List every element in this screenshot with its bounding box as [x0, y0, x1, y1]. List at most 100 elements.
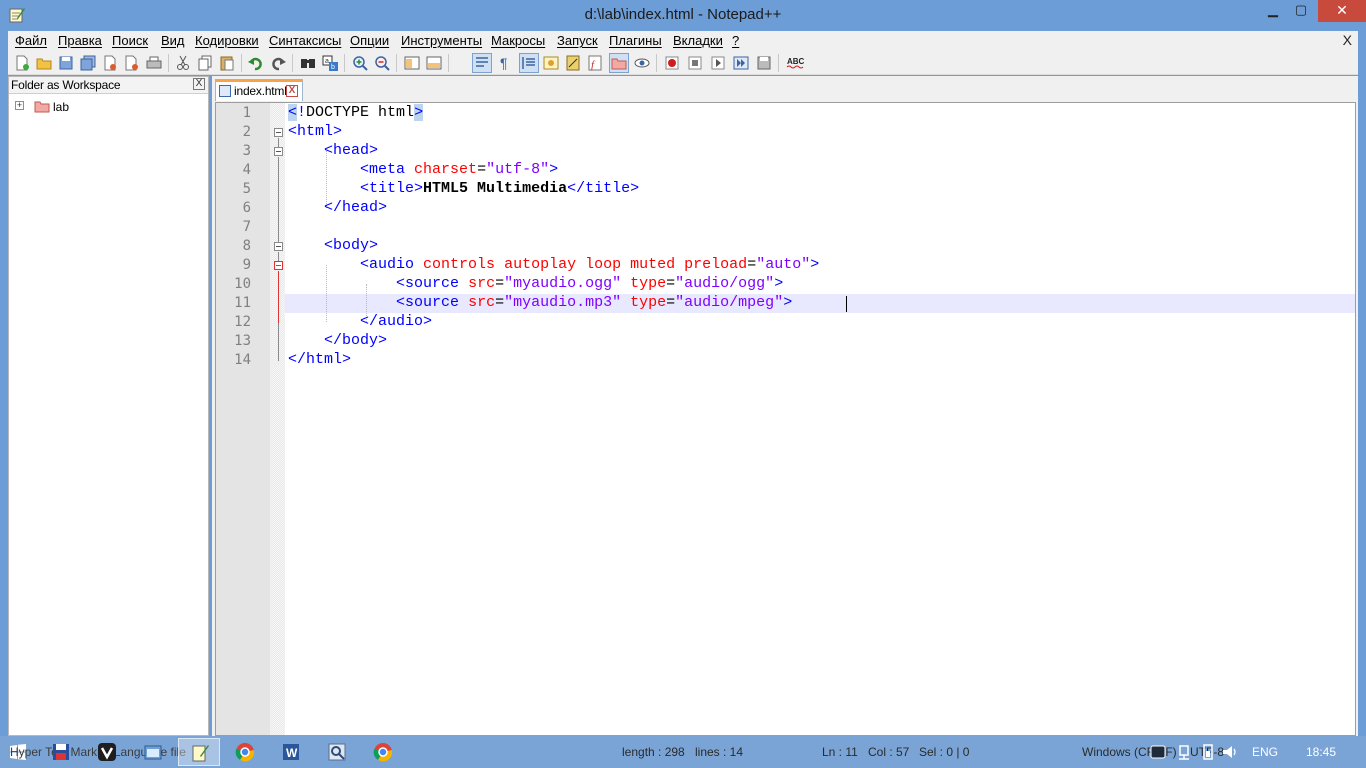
indent-guide-icon[interactable]: [519, 53, 539, 73]
tray-volume-icon[interactable]: [1218, 738, 1242, 766]
menu-file[interactable]: Файл: [15, 33, 47, 48]
fold-toggle-audio[interactable]: [274, 261, 283, 270]
svg-text:b: b: [331, 64, 335, 71]
tree-item-label: lab: [53, 100, 70, 114]
close-document-button[interactable]: X: [1343, 32, 1352, 48]
taskbar-word[interactable]: W: [270, 738, 312, 766]
copy-icon[interactable]: [196, 54, 214, 72]
run-macro-multiple-icon[interactable]: [732, 54, 750, 72]
taskbar-chrome[interactable]: [224, 738, 266, 766]
menu-search[interactable]: Поиск: [112, 33, 148, 48]
monitoring-icon[interactable]: [633, 54, 651, 72]
menu-help[interactable]: ?: [732, 33, 739, 48]
taskbar-save-app[interactable]: [40, 738, 82, 766]
function-list-icon[interactable]: f: [586, 54, 604, 72]
show-all-chars-icon[interactable]: ¶: [496, 54, 514, 72]
zoom-out-icon[interactable]: [373, 54, 391, 72]
save-icon[interactable]: [57, 54, 75, 72]
menu-edit[interactable]: Правка: [58, 33, 102, 48]
code-line: <source src="myaudio.ogg" type="audio/og…: [396, 275, 784, 292]
tray-clock[interactable]: 18:45: [1306, 745, 1336, 759]
find-icon[interactable]: [299, 54, 317, 72]
line-number: 11: [234, 295, 251, 311]
redo-icon[interactable]: [269, 54, 287, 72]
status-col: Col : 57: [868, 745, 910, 759]
svg-text:ABC: ABC: [787, 57, 805, 66]
status-length: length : 298: [622, 745, 685, 759]
line-number: 4: [242, 162, 251, 178]
paste-icon[interactable]: [218, 54, 236, 72]
tree-expand-icon[interactable]: +: [15, 101, 24, 110]
line-number: 12: [234, 314, 251, 330]
fold-toggle-body[interactable]: [274, 242, 283, 251]
svg-text:W: W: [286, 746, 298, 760]
cut-icon[interactable]: [174, 54, 192, 72]
menu-syntax[interactable]: Синтаксисы: [269, 33, 341, 48]
save-macro-icon[interactable]: [755, 54, 773, 72]
word-wrap-icon[interactable]: [472, 53, 492, 73]
tray-battery-icon[interactable]: [1196, 738, 1220, 766]
taskbar-search-app[interactable]: [316, 738, 358, 766]
tab-close-icon[interactable]: X: [286, 85, 298, 97]
udl-icon[interactable]: [542, 54, 560, 72]
status-line: Ln : 11: [822, 745, 858, 759]
line-number: 9: [242, 257, 251, 273]
save-all-icon[interactable]: [79, 54, 97, 72]
code-line: <body>: [324, 237, 379, 254]
taskbar-vivaldi[interactable]: [86, 738, 128, 766]
record-macro-icon[interactable]: [663, 54, 681, 72]
menu-window[interactable]: Вкладки: [673, 33, 723, 48]
toolbar-separator: [448, 54, 449, 72]
svg-text:a: a: [325, 58, 329, 65]
undo-icon[interactable]: [247, 54, 265, 72]
line-number: 13: [234, 333, 251, 349]
code-line: <source src="myaudio.mp3" type="audio/mp…: [396, 294, 793, 311]
new-file-icon[interactable]: [13, 54, 31, 72]
taskbar-explorer[interactable]: [132, 738, 174, 766]
menu-plugins[interactable]: Плагины: [609, 33, 662, 48]
minimize-button[interactable]: ▁: [1258, 0, 1288, 22]
line-number: 14: [234, 352, 251, 368]
sync-horizontal-icon[interactable]: [425, 54, 443, 72]
line-number: 8: [242, 238, 251, 254]
fold-toggle-head[interactable]: [274, 147, 283, 156]
code-line: <audio controls autoplay loop muted prel…: [360, 256, 820, 273]
tab-label: index.html: [234, 84, 287, 98]
maximize-button[interactable]: ▢: [1286, 0, 1316, 22]
menu-tools[interactable]: Инструменты: [401, 33, 482, 48]
menu-run[interactable]: Запуск: [557, 33, 598, 48]
tray-network-icon[interactable]: [1172, 738, 1196, 766]
fold-line: [278, 323, 279, 361]
close-all-icon[interactable]: [123, 54, 141, 72]
taskbar-notepadpp[interactable]: [178, 738, 220, 766]
tab-index-html[interactable]: index.html X: [215, 79, 303, 101]
menu-settings[interactable]: Опции: [350, 33, 389, 48]
code-line: <!DOCTYPE html>: [288, 104, 424, 121]
code-editor[interactable]: 1 2 3 4 5 6 7 8 9 10 11 12 13 14 <!DOCTY…: [215, 102, 1356, 736]
panel-close-button[interactable]: X: [193, 78, 205, 90]
tray-language[interactable]: ENG: [1252, 745, 1278, 759]
print-icon[interactable]: [145, 54, 163, 72]
menu-encoding[interactable]: Кодировки: [195, 33, 259, 48]
close-window-button[interactable]: ✕: [1318, 0, 1366, 22]
sync-vertical-icon[interactable]: [403, 54, 421, 72]
doc-map-icon[interactable]: [564, 54, 582, 72]
taskbar: Hyper Text Markup Language file W length…: [0, 736, 1366, 768]
play-macro-icon[interactable]: [709, 54, 727, 72]
line-number-margin: [216, 103, 270, 735]
taskbar-chrome-2[interactable]: [362, 738, 404, 766]
close-icon[interactable]: [101, 54, 119, 72]
folder-workspace-icon[interactable]: [609, 53, 629, 73]
open-file-icon[interactable]: [35, 54, 53, 72]
replace-icon[interactable]: ab: [321, 54, 339, 72]
tray-app-icon[interactable]: [1146, 738, 1170, 766]
title-bar: d:\lab\index.html - Notepad++ ▁ ▢ ✕: [0, 0, 1366, 30]
stop-record-icon[interactable]: [686, 54, 704, 72]
fold-toggle-html[interactable]: [274, 128, 283, 137]
line-number: 10: [234, 276, 251, 292]
spell-check-icon[interactable]: ABC: [786, 54, 808, 72]
menu-view[interactable]: Вид: [161, 33, 185, 48]
menu-macro[interactable]: Макросы: [491, 33, 545, 48]
folder-as-workspace-panel: Folder as Workspace X + lab: [8, 76, 209, 736]
zoom-in-icon[interactable]: [351, 54, 369, 72]
